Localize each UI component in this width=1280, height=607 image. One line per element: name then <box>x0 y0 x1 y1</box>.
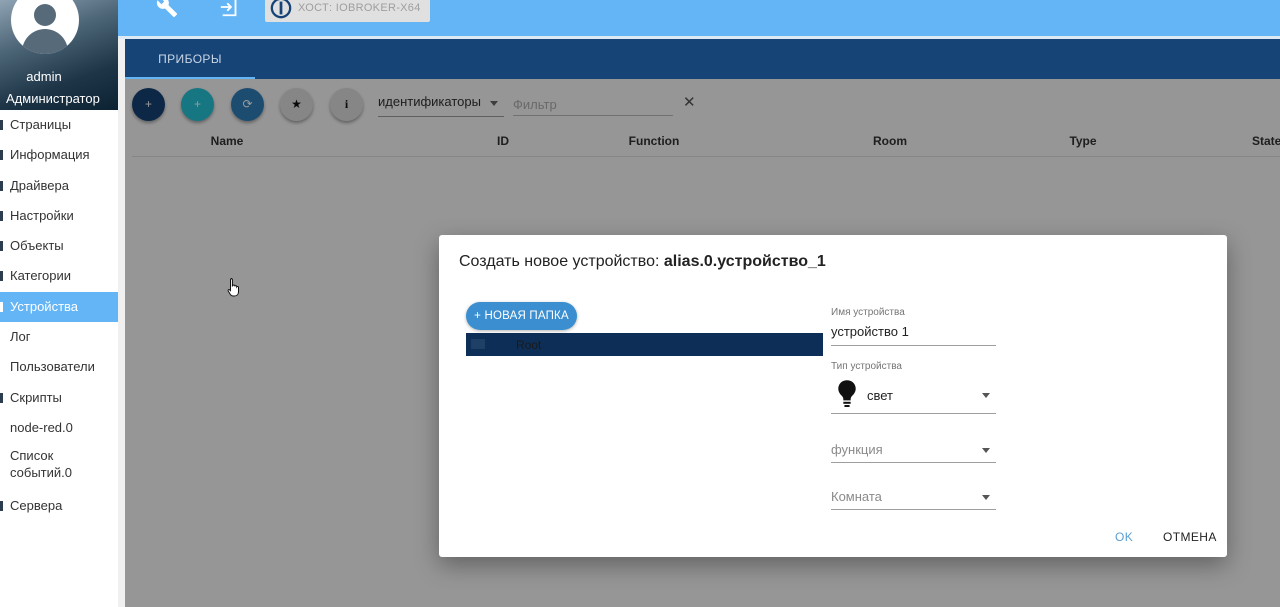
sidebar-item-node-red[interactable]: node-red.0 <box>0 413 118 443</box>
cancel-button[interactable]: ОТМЕНА <box>1163 530 1217 544</box>
sidebar-item-label: node-red.0 <box>10 419 73 435</box>
chevron-down-icon <box>982 448 990 453</box>
ok-button[interactable]: OK <box>1115 530 1133 544</box>
field-underline <box>831 509 996 510</box>
top-bar: ХОСТ: IOBROKER-X64 <box>118 0 1280 36</box>
sidebar-item-label: Устройства <box>10 298 79 314</box>
nav-marker-icon <box>0 210 3 221</box>
nav-marker-icon <box>0 301 3 312</box>
sidebar-item-scripts[interactable]: Скрипты <box>0 383 118 413</box>
iobroker-logo-icon <box>270 0 292 19</box>
create-device-dialog: Создать новое устройство: alias.0.устрой… <box>439 235 1227 557</box>
folder-label: Root <box>516 338 542 352</box>
folder-icon <box>471 339 485 349</box>
sidebar-header: admin Администратор <box>0 0 118 110</box>
sidebar-nav: Страницы Информация Драйвера Настройки О… <box>0 110 118 522</box>
sidebar-item-label: Страницы <box>10 117 72 132</box>
dialog-title: Создать новое устройство: alias.0.устрой… <box>459 253 826 271</box>
lightbulb-icon <box>838 380 856 408</box>
chevron-down-icon <box>982 393 990 398</box>
device-type-value: свет <box>867 388 894 403</box>
avatar-body <box>22 29 68 54</box>
sidebar-item-label: Список <box>10 448 54 464</box>
room-select[interactable]: Комната <box>831 487 996 511</box>
sidebar-item-event-list[interactable]: Список событий.0 <box>0 443 118 491</box>
tab-bar: ПРИБОРЫ <box>125 39 1280 79</box>
device-name-label: Имя устройства <box>831 307 905 318</box>
sidebar-item-label: Категории <box>10 268 71 284</box>
nav-marker-icon <box>0 120 3 130</box>
sidebar-divider <box>118 0 125 607</box>
device-name-field[interactable]: Имя устройства устройство 1 <box>831 307 996 347</box>
sidebar-item-label: Настройки <box>10 207 74 223</box>
sidebar-item-label: Объекты <box>10 238 64 254</box>
nav-marker-icon <box>0 241 3 252</box>
sidebar-item-categories[interactable]: Категории <box>0 261 118 291</box>
nav-marker-icon <box>0 150 3 161</box>
field-underline <box>831 462 996 463</box>
sidebar-item-settings[interactable]: Настройки <box>0 201 118 231</box>
sidebar: admin Администратор Страницы Информация … <box>0 0 118 607</box>
user-role: Администратор <box>6 91 100 106</box>
function-placeholder: функция <box>831 442 883 457</box>
chevron-down-icon <box>982 495 990 500</box>
sidebar-item-label: Скрипты <box>10 389 62 405</box>
sidebar-item-log[interactable]: Лог <box>0 322 118 352</box>
host-chip[interactable]: ХОСТ: IOBROKER-X64 <box>265 0 430 22</box>
avatar-head <box>34 4 56 26</box>
sidebar-item-label: Лог <box>10 329 31 345</box>
nav-marker-icon <box>0 392 3 403</box>
sidebar-item-label: Драйвера <box>10 177 69 193</box>
folder-tree-root[interactable]: Root <box>466 333 823 356</box>
sidebar-item-objects[interactable]: Объекты <box>0 231 118 261</box>
avatar[interactable] <box>11 0 79 54</box>
nav-marker-icon <box>0 180 3 191</box>
field-underline <box>831 345 996 346</box>
sidebar-item-users[interactable]: Пользователи <box>0 352 118 382</box>
tab-devices[interactable]: ПРИБОРЫ <box>125 39 255 77</box>
user-name: admin <box>26 69 62 84</box>
wrench-icon[interactable] <box>156 0 178 18</box>
device-type-label: Тип устройства <box>831 361 902 372</box>
nav-marker-icon <box>0 501 3 512</box>
new-folder-button[interactable]: + НОВАЯ ПАПКА <box>466 302 577 330</box>
logout-icon[interactable] <box>219 0 241 18</box>
sidebar-item-label: Информация <box>10 147 90 163</box>
nav-marker-icon <box>0 271 3 282</box>
hand-cursor-icon <box>227 278 239 297</box>
sidebar-item-pages[interactable]: Страницы <box>0 110 118 140</box>
sidebar-item-servers[interactable]: Сервера <box>0 491 118 521</box>
function-select[interactable]: функция <box>831 439 996 463</box>
field-underline <box>831 413 996 414</box>
sidebar-item-label: Сервера <box>10 498 63 514</box>
device-type-field[interactable]: Тип устройства свет <box>831 361 996 414</box>
host-label: ХОСТ: IOBROKER-X64 <box>298 2 421 14</box>
device-name-value[interactable]: устройство 1 <box>831 324 909 339</box>
dialog-title-id: alias.0.устройство_1 <box>663 253 826 270</box>
sidebar-item-label: Пользователи <box>10 359 95 375</box>
sidebar-item-devices[interactable]: Устройства <box>0 291 118 323</box>
sidebar-item-info[interactable]: Информация <box>0 140 118 170</box>
sidebar-item-adapters[interactable]: Драйвера <box>0 171 118 201</box>
dialog-title-prefix: Создать новое устройство: <box>459 253 660 270</box>
sidebar-item-label: событий.0 <box>10 465 72 481</box>
room-placeholder: Комната <box>831 489 882 504</box>
